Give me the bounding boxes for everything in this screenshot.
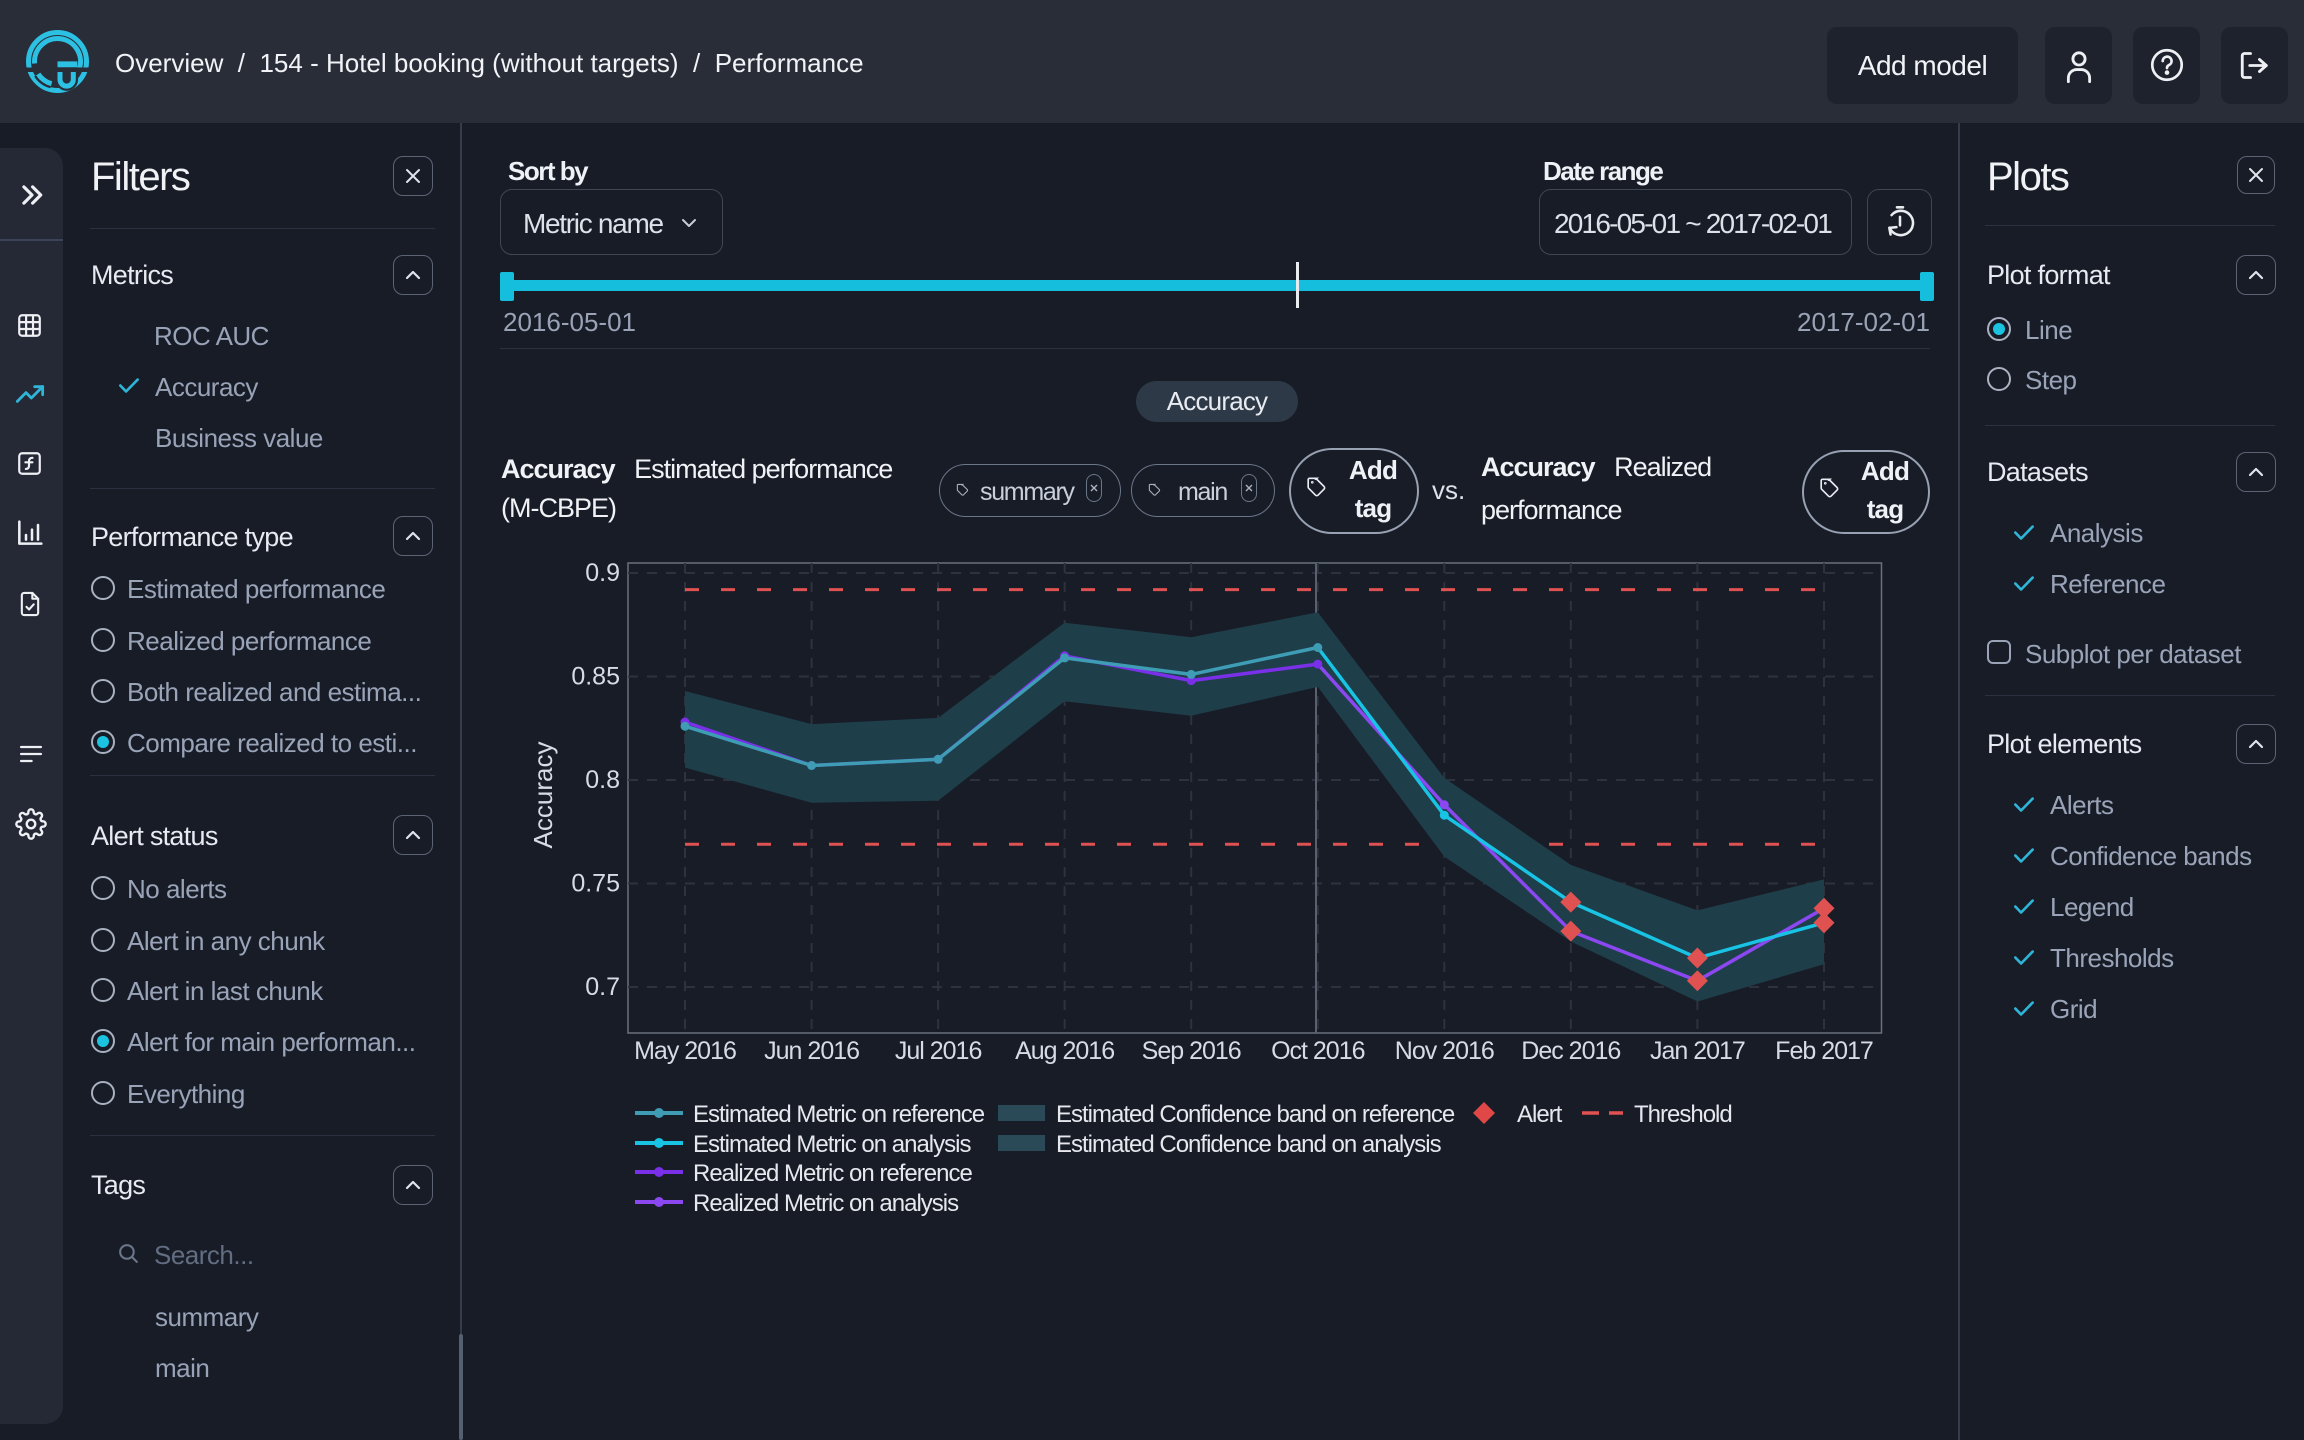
svg-text:Accuracy: Accuracy [528,742,558,849]
svg-text:Realized Metric on reference: Realized Metric on reference [693,1160,972,1187]
svg-text:Realized Metric on analysis: Realized Metric on analysis [693,1190,959,1217]
svg-text:Jul 2016: Jul 2016 [895,1037,982,1065]
svg-text:0.7: 0.7 [585,973,620,1001]
svg-text:Estimated Metric on analysis: Estimated Metric on analysis [693,1131,971,1158]
svg-text:Feb 2017: Feb 2017 [1775,1037,1873,1065]
svg-text:0.8: 0.8 [585,766,620,794]
svg-text:0.85: 0.85 [571,663,620,691]
svg-text:0.9: 0.9 [585,559,620,587]
svg-text:May 2016: May 2016 [634,1037,736,1065]
svg-text:Alert: Alert [1517,1101,1563,1128]
svg-text:Threshold: Threshold [1634,1101,1732,1128]
svg-text:Jan 2017: Jan 2017 [1650,1037,1745,1065]
svg-text:Dec 2016: Dec 2016 [1521,1037,1620,1065]
svg-text:Nov 2016: Nov 2016 [1395,1037,1494,1065]
svg-text:Aug 2016: Aug 2016 [1015,1037,1114,1065]
svg-text:0.75: 0.75 [571,870,620,898]
svg-text:Estimated Metric on reference: Estimated Metric on reference [693,1101,985,1128]
svg-text:Oct 2016: Oct 2016 [1271,1037,1365,1065]
svg-text:Jun 2016: Jun 2016 [764,1037,859,1065]
svg-text:Estimated Confidence band on r: Estimated Confidence band on reference [1056,1101,1455,1128]
svg-text:Estimated Confidence band on a: Estimated Confidence band on analysis [1056,1131,1442,1158]
svg-text:Sep 2016: Sep 2016 [1142,1037,1241,1065]
